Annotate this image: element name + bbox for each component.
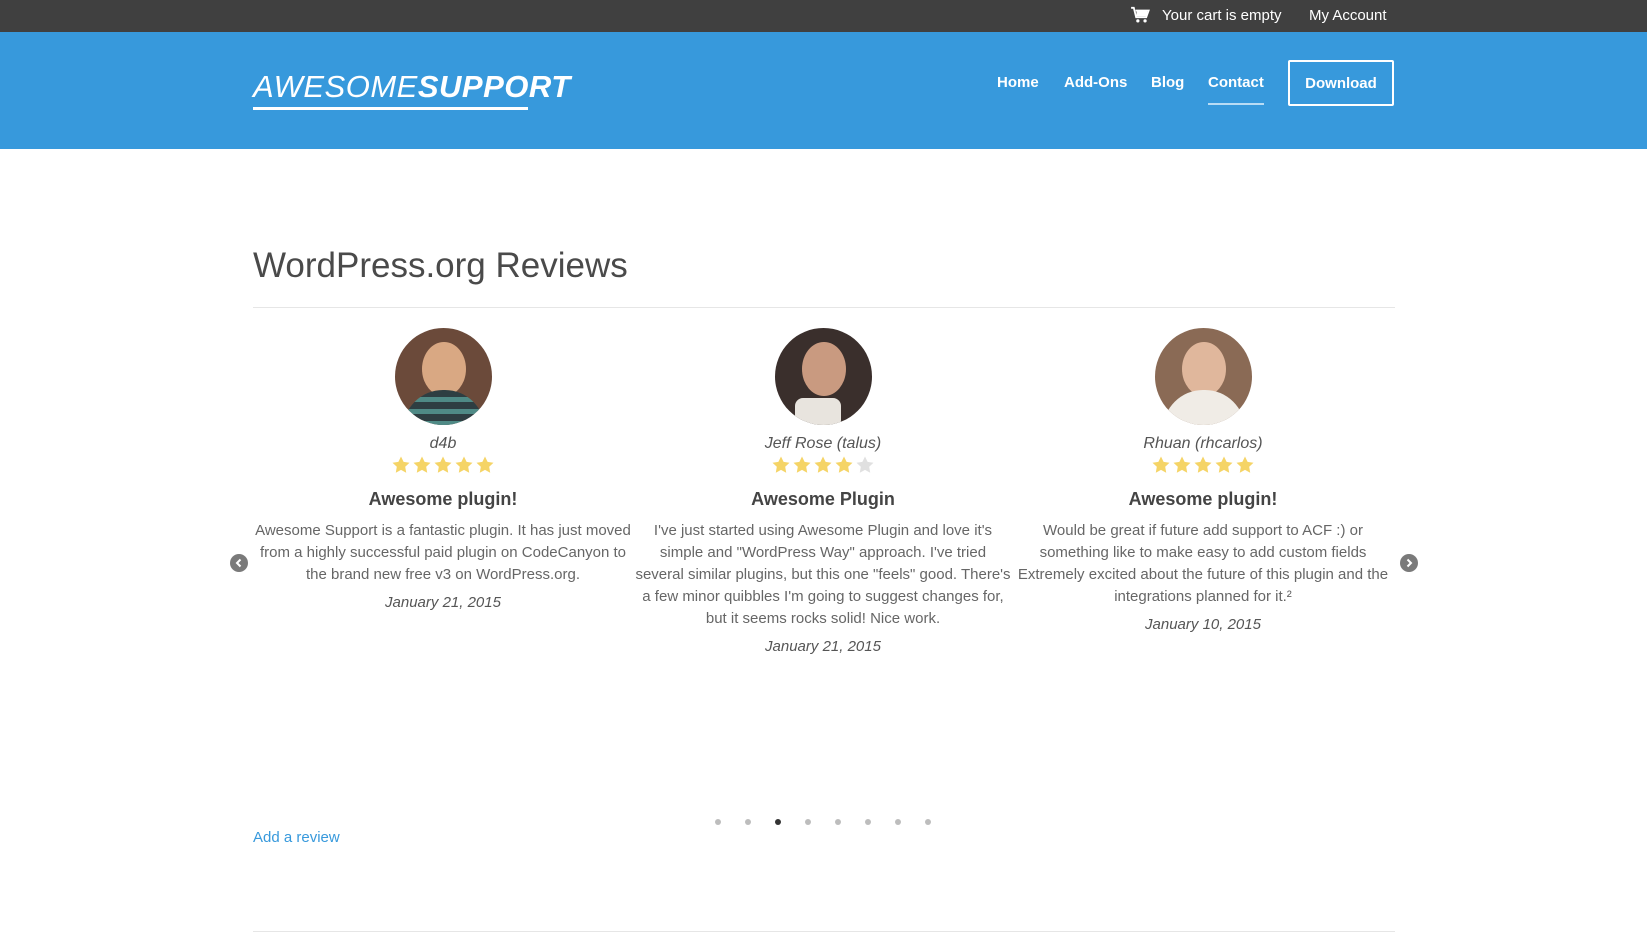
- footer-divider: [253, 931, 1395, 932]
- star-filled-icon: [1173, 456, 1191, 473]
- reviewer-name: Jeff Rose (talus): [764, 435, 882, 452]
- reviewer-avatar: [1154, 328, 1252, 425]
- carousel-dot[interactable]: [805, 819, 811, 825]
- star-filled-icon: [814, 456, 832, 473]
- review-text: Awesome Support is a fantastic plugin. I…: [255, 522, 631, 583]
- star-filled-icon: [1215, 456, 1233, 473]
- review-card: Rhuan (rhcarlos) Awesome plugin! Would b…: [1015, 328, 1391, 633]
- star-filled-icon: [772, 456, 790, 473]
- cart-status-text: Your cart is empty: [1162, 6, 1282, 24]
- reviewer-avatar: [774, 328, 872, 425]
- review-text: Would be great if future add support to …: [1017, 522, 1389, 605]
- carousel-dot[interactable]: [715, 819, 721, 825]
- chevron-right-icon: [1406, 558, 1413, 568]
- carousel-dot[interactable]: [835, 819, 841, 825]
- review-date: January 10, 2015: [1145, 616, 1261, 633]
- title-divider: [253, 307, 1395, 308]
- review-title: Awesome plugin!: [368, 489, 518, 509]
- review-text: I've just started using Awesome Plugin a…: [635, 522, 1011, 627]
- star-filled-icon: [413, 456, 431, 473]
- reviewer-name: Rhuan (rhcarlos): [1143, 435, 1263, 452]
- review-card: d4b Awesome plugin! Awesome Support is a…: [255, 328, 631, 611]
- carousel-dot[interactable]: [745, 819, 751, 825]
- my-account-link[interactable]: My Account: [1309, 7, 1387, 24]
- review-date: January 21, 2015: [765, 638, 881, 655]
- carousel-dot[interactable]: [775, 819, 781, 825]
- carousel-dot[interactable]: [895, 819, 901, 825]
- star-filled-icon: [434, 456, 452, 473]
- carousel-dot[interactable]: [865, 819, 871, 825]
- carousel-dot[interactable]: [925, 819, 931, 825]
- star-filled-icon: [835, 456, 853, 473]
- carousel-pagination: [715, 819, 931, 825]
- star-filled-icon: [392, 456, 410, 473]
- review-date: January 21, 2015: [385, 594, 501, 611]
- star-empty-icon: [856, 456, 874, 473]
- star-filled-icon: [793, 456, 811, 473]
- star-rating: [255, 455, 631, 479]
- shopping-cart-icon: [1131, 6, 1150, 23]
- nav-contact[interactable]: Contact: [1208, 74, 1264, 105]
- download-button[interactable]: Download: [1288, 60, 1394, 106]
- section-title: WordPress.org Reviews: [253, 246, 628, 285]
- site-header: AWESOMESUPPORT Home Add-Ons Blog Contact…: [0, 32, 1647, 149]
- review-card: Jeff Rose (talus) Awesome Plugin I've ju…: [635, 328, 1011, 655]
- review-title: Awesome Plugin: [751, 489, 895, 509]
- cart-status[interactable]: Your cart is empty: [1130, 6, 1282, 24]
- reviewer-name: d4b: [429, 435, 457, 452]
- review-title: Awesome plugin!: [1128, 489, 1278, 509]
- carousel-next-button[interactable]: [1400, 554, 1418, 572]
- star-filled-icon: [1194, 456, 1212, 473]
- reviewer-avatar: [394, 328, 492, 425]
- carousel-prev-button[interactable]: [230, 554, 248, 572]
- star-rating: [1015, 455, 1391, 479]
- star-filled-icon: [476, 456, 494, 473]
- nav-add-ons[interactable]: Add-Ons: [1064, 74, 1127, 91]
- star-filled-icon: [1152, 456, 1170, 473]
- nav-blog[interactable]: Blog: [1151, 74, 1184, 91]
- star-filled-icon: [1236, 456, 1254, 473]
- star-rating: [635, 455, 1011, 479]
- chevron-left-icon: [235, 558, 242, 568]
- main-nav: Home Add-Ons Blog Contact: [0, 74, 1647, 105]
- add-review-link[interactable]: Add a review: [253, 829, 340, 846]
- top-utility-bar: Your cart is empty My Account: [0, 0, 1647, 32]
- star-filled-icon: [455, 456, 473, 473]
- nav-home[interactable]: Home: [997, 74, 1039, 91]
